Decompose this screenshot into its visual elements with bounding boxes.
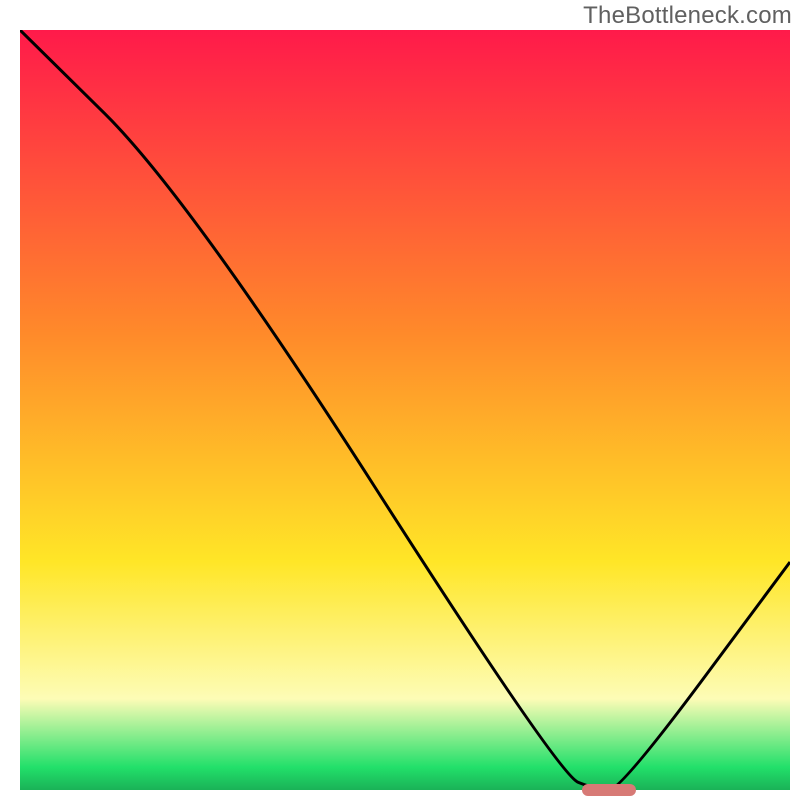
gradient-background [20,30,790,790]
chart-stage: TheBottleneck.com [0,0,800,800]
chart-svg [20,30,790,790]
chart-plot-area [20,30,790,790]
optimum-marker [582,784,636,796]
watermark-text: TheBottleneck.com [583,2,792,30]
